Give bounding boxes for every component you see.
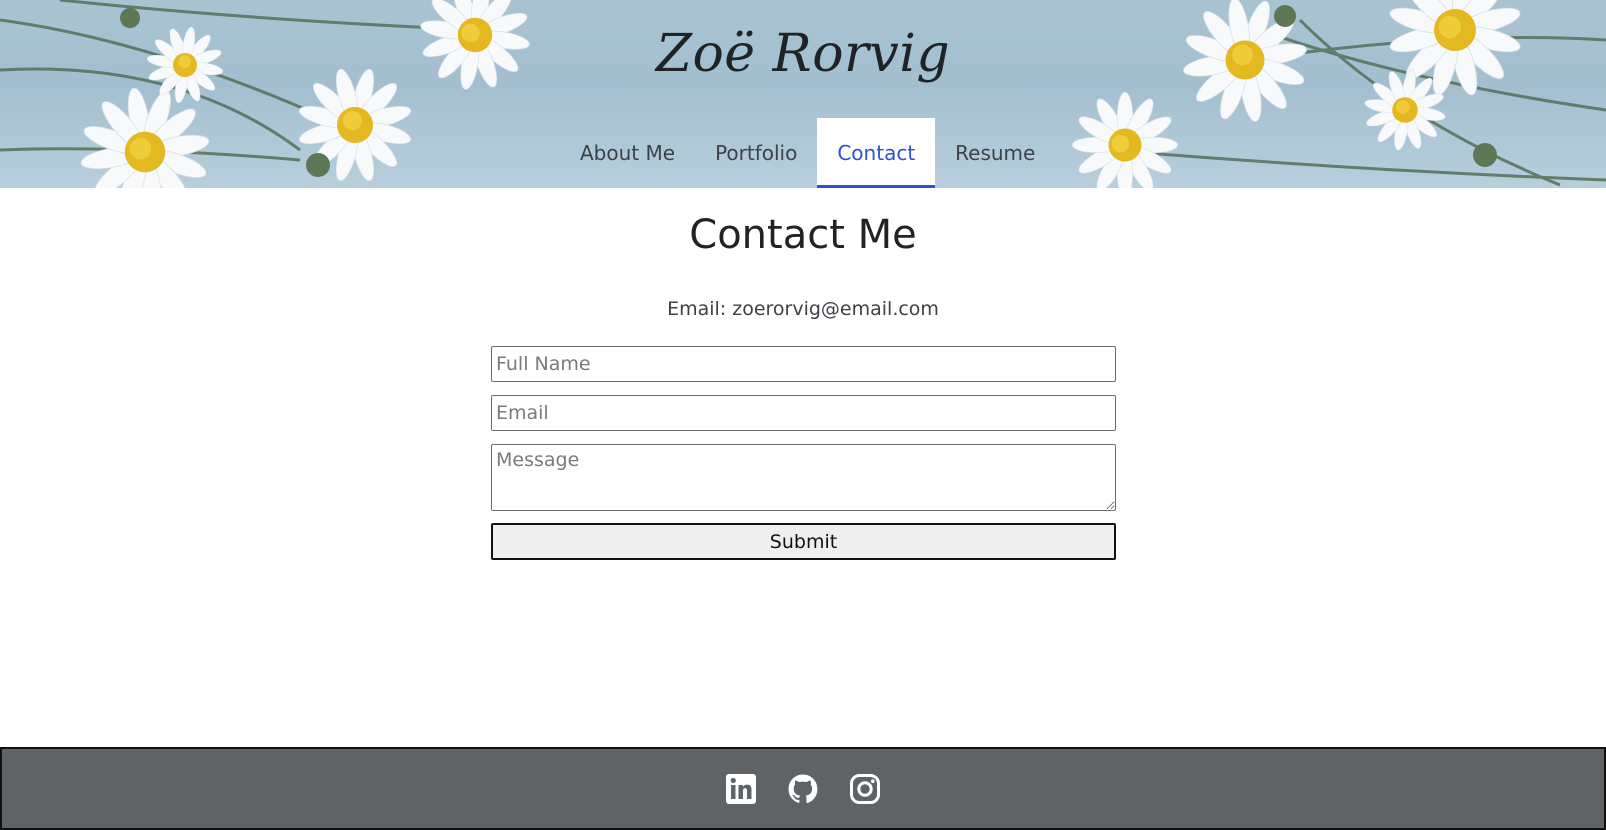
nav-item-contact[interactable]: Contact [817,118,936,188]
linkedin-icon [726,773,756,804]
nav-item-about-me[interactable]: About Me [560,118,695,188]
contact-email-text: Email: zoerorvig@email.com [667,298,939,320]
email-input[interactable] [491,395,1116,431]
submit-button[interactable]: Submit [491,523,1116,560]
nav-item-resume[interactable]: Resume [935,118,1055,188]
instagram-link[interactable] [849,773,881,805]
main-nav: About Me Portfolio Contact Resume [560,118,1055,188]
message-textarea[interactable] [491,444,1116,511]
nav-item-portfolio[interactable]: Portfolio [695,118,817,188]
github-icon [788,774,818,803]
contact-form: Submit [491,346,1116,560]
full-name-input[interactable] [491,346,1116,382]
instagram-icon [850,773,880,804]
footer [0,747,1606,830]
site-title: Zoë Rorvig [655,24,951,84]
github-link[interactable] [787,773,819,805]
header-banner: Zoë Rorvig About Me Portfolio Contact Re… [0,0,1606,188]
linkedin-link[interactable] [725,773,757,805]
page-title: Contact Me [689,212,917,258]
